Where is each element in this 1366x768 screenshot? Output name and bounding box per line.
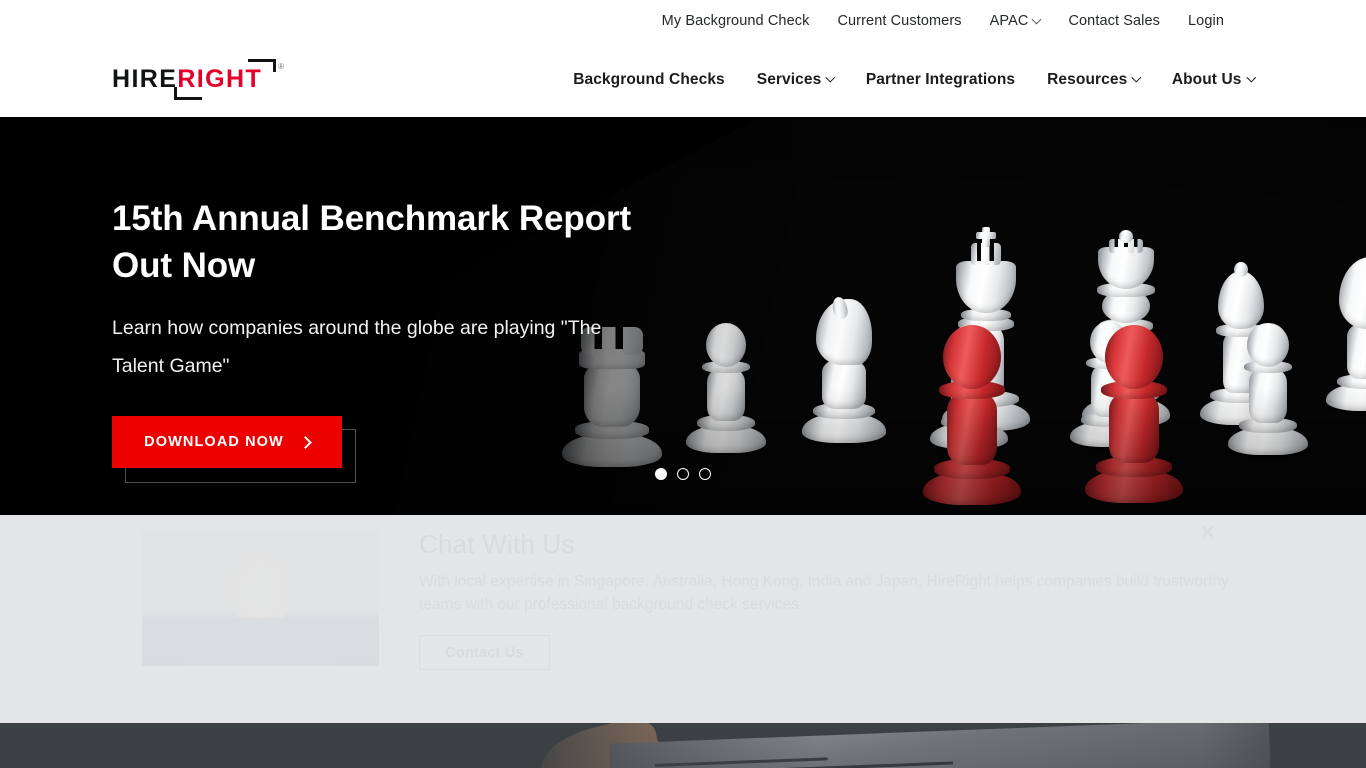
- hero-carousel-slide: 15th Annual Benchmark Report Out Now Lea…: [0, 117, 1366, 515]
- hero-subtitle: Learn how companies around the globe are…: [112, 317, 602, 377]
- chat-with-us-section: Chat With Us With local expertise in Sin…: [0, 515, 1366, 723]
- nav-item-label: Services: [756, 70, 822, 88]
- nav-item-label: About Us: [1171, 70, 1242, 88]
- primary-nav: Background Checks Services Partner Integ…: [557, 42, 1256, 117]
- contact-us-label: Contact Us: [445, 644, 524, 661]
- chat-with-us-title: Chat With Us: [419, 529, 575, 559]
- hireright-logo[interactable]: HIRERIGHT ®: [112, 59, 284, 100]
- chevron-down-icon: [1131, 72, 1142, 83]
- nav-item-about-us[interactable]: About Us: [1156, 70, 1256, 88]
- carousel-dot-3[interactable]: [699, 468, 711, 480]
- utility-nav-item-contact-sales[interactable]: Contact Sales: [1054, 14, 1174, 29]
- site-header: My Background Check Current Customers AP…: [0, 0, 1366, 117]
- band-shadow-overlay: [0, 723, 1366, 768]
- utility-nav: My Background Check Current Customers AP…: [648, 0, 1366, 42]
- nav-item-label: Resources: [1047, 70, 1128, 88]
- nav-item-label: Background Checks: [573, 70, 725, 88]
- utility-nav-item-apac[interactable]: APAC: [976, 14, 1055, 29]
- chat-with-us-content: Chat With Us With local expertise in Sin…: [112, 515, 1254, 723]
- logo-text-hire: HIRE: [112, 65, 178, 93]
- carousel-dot-1[interactable]: [655, 468, 667, 480]
- utility-nav-label: APAC: [989, 12, 1029, 29]
- page-root: My Background Check Current Customers AP…: [0, 0, 1366, 768]
- utility-nav-label: Login: [1188, 12, 1224, 29]
- hero-content: 15th Annual Benchmark Report Out Now Lea…: [112, 117, 732, 515]
- chat-with-us-image: [142, 530, 379, 666]
- utility-nav-label: My Background Check: [661, 12, 810, 29]
- nav-item-resources[interactable]: Resources: [1031, 72, 1156, 88]
- hero-title: 15th Annual Benchmark Report Out Now: [112, 199, 632, 285]
- nav-item-label: Partner Integrations: [865, 70, 1016, 88]
- carousel-dots: [655, 468, 711, 480]
- close-icon[interactable]: ✕: [1199, 523, 1216, 543]
- download-now-button[interactable]: DOWNLOAD NOW: [112, 416, 342, 468]
- chevron-down-icon: [1246, 72, 1256, 83]
- utility-nav-item-current-customers[interactable]: Current Customers: [823, 14, 975, 29]
- logo-text-right: RIGHT: [177, 65, 263, 93]
- chevron-down-icon: [1031, 14, 1042, 24]
- chevron-right-icon: [298, 435, 312, 449]
- nav-item-background-checks[interactable]: Background Checks: [557, 72, 741, 88]
- utility-nav-label: Current Customers: [837, 12, 962, 29]
- registered-trademark-icon: ®: [278, 62, 284, 71]
- hero-cta-frame: DOWNLOAD NOW: [112, 416, 356, 483]
- nav-item-partner-integrations[interactable]: Partner Integrations: [850, 72, 1031, 88]
- utility-nav-item-login[interactable]: Login: [1174, 14, 1224, 29]
- download-now-label: DOWNLOAD NOW: [144, 434, 284, 450]
- contact-us-button[interactable]: Contact Us: [419, 635, 550, 670]
- carousel-dot-2[interactable]: [677, 468, 689, 480]
- chevron-down-icon: [826, 72, 836, 83]
- chat-with-us-body: With local expertise in Singapore, Austr…: [419, 573, 1229, 613]
- nav-item-services[interactable]: Services: [741, 72, 850, 88]
- utility-nav-item-my-background-check[interactable]: My Background Check: [648, 14, 824, 29]
- logo-text: HIRERIGHT: [112, 67, 262, 92]
- next-section-photo-band: [0, 723, 1366, 768]
- utility-nav-label: Contact Sales: [1068, 12, 1161, 29]
- header-main-row: HIRERIGHT ® Background Checks Services P…: [0, 42, 1366, 117]
